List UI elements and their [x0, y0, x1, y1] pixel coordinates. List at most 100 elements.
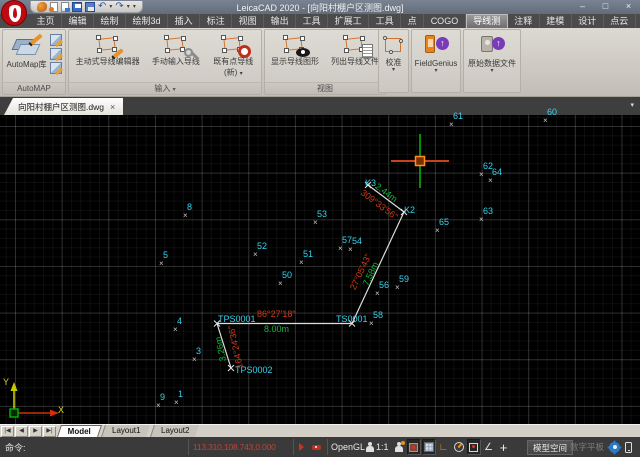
coordinates-readout[interactable]: 113.310,108.743,0.000 — [193, 437, 276, 457]
ribbon-group-automap: AutoMap库 AutoMAP — [2, 29, 66, 95]
layout-tab-model[interactable]: Model — [57, 425, 102, 437]
first-tab-nav-icon[interactable]: |◀ — [1, 426, 14, 437]
tab-draw[interactable]: 绘制 — [94, 14, 126, 28]
fieldgenius-panel: ↑ FieldGenius ▾ — [411, 29, 461, 93]
list-traverse-file-button[interactable]: 列出导线文件 — [325, 30, 385, 81]
traverse-list-icon — [343, 35, 367, 55]
dropdown-arrow-icon: ▾ — [490, 68, 493, 74]
traverse-edit-icon — [96, 35, 120, 55]
ucs-x-label: X — [58, 405, 64, 415]
tab-traverse-active[interactable]: 导线测 — [466, 14, 508, 28]
manual-input-traverse-button[interactable]: 手动输入导线 — [146, 30, 205, 81]
tab-points[interactable]: 点 — [401, 14, 424, 28]
automap-layer-icon-3[interactable] — [50, 62, 62, 74]
renderer-label: OpenGL — [331, 437, 365, 457]
calibrate-button[interactable]: 校准 ▾ — [379, 30, 408, 73]
minimize-button[interactable]: – — [573, 0, 592, 13]
tab-tools2[interactable]: 工具 — [369, 14, 401, 28]
tab-modeling[interactable]: 建模 — [540, 14, 572, 28]
document-tab[interactable]: 向阳村棚户区测图.dwg × — [4, 98, 123, 115]
tab-home[interactable]: 主页 — [30, 14, 62, 28]
document-close-icon[interactable]: × — [110, 102, 115, 112]
ribbon-tab-bar: 主页 编辑 绘制 绘制3d 插入 标注 视图 输出 工具 扩展工 工具 点 CO… — [0, 14, 640, 28]
show-traverse-graphics-button[interactable]: 显示导线图形 — [265, 30, 325, 81]
tab-dimension[interactable]: 标注 — [200, 14, 232, 28]
group-label-input: 输入 ▾ — [69, 82, 261, 94]
tablet-icon[interactable] — [625, 437, 632, 457]
document-tab-bar: 向阳村棚户区测图.dwg × ▾ — [0, 97, 640, 115]
traverse-wrench-icon — [164, 35, 188, 55]
cursor-pickbox — [416, 157, 425, 166]
model-space-button[interactable]: 模型空间 — [527, 437, 573, 457]
tab-pointcloud[interactable]: 点云 — [604, 14, 636, 28]
tab-draw3d[interactable]: 绘制3d — [126, 14, 168, 28]
automap-library-button[interactable]: AutoMap库 — [6, 30, 46, 81]
polar-icon[interactable] — [452, 439, 466, 455]
grid-icon[interactable] — [422, 439, 436, 455]
traverse-existing-points-icon — [221, 35, 245, 55]
gear-icon[interactable] — [609, 437, 620, 457]
tab-tools[interactable]: 工具 — [296, 14, 328, 28]
app-logo-icon[interactable] — [1, 0, 27, 26]
dropdown-arrow-icon: ▾ — [240, 71, 243, 77]
drawing-canvas[interactable]: ×8 ×53 ×52 ×51 ×5 ×50 ×61 ×62 ×64 ×63 ×6… — [0, 115, 640, 424]
digitizer-button[interactable]: 数字平板 — [570, 437, 604, 457]
station-label-ts0001: TS0001 — [336, 315, 368, 324]
last-tab-nav-icon[interactable]: ▶| — [43, 426, 56, 437]
fieldgenius-device-icon: ↑ — [423, 35, 449, 57]
tab-express[interactable]: 扩展工 — [328, 14, 369, 28]
automap-layer-icon-1[interactable] — [50, 34, 62, 46]
dropdown-arrow-icon: ▾ — [434, 68, 437, 74]
maximize-button[interactable]: □ — [596, 0, 615, 13]
tab-output[interactable]: 输出 — [264, 14, 296, 28]
annotation-scale[interactable]: 1:1 — [376, 437, 389, 457]
snap-tracking-icon[interactable] — [299, 437, 304, 457]
ribbon-group-input: 主动式导线编辑器 手动输入导线 既有点导线 (新) ▾ 输入 ▾ — [68, 29, 262, 95]
leicacad-window: ↶▾ ↷▾ ▾ LeicaCAD 2020 - [向阳村棚户区测图.dwg] –… — [0, 0, 640, 457]
raw-data-file-button[interactable]: ↑ 原始数据文件 ▾ — [464, 30, 520, 74]
group-dropdown-arrow-icon[interactable]: ▾ — [173, 87, 176, 93]
prev-tab-nav-icon[interactable]: ◀ — [15, 426, 28, 437]
command-line[interactable]: 命令: — [5, 437, 26, 457]
ucs-origin-box — [10, 409, 18, 417]
status-bar: 命令: 113.310,108.743,0.000 OpenGL 1:1 ∟ ∠… — [0, 437, 640, 457]
existing-points-traverse-button[interactable]: 既有点导线 (新) ▾ — [206, 30, 261, 81]
leg-distance-label: 8.00m — [264, 325, 289, 334]
sync-arrow-icon: ↑ — [436, 37, 449, 50]
crosshair-icon[interactable]: + — [497, 439, 511, 455]
group-label-view: 视图 — [265, 82, 385, 94]
angle-icon[interactable]: ∠ — [482, 439, 496, 455]
traverse-polyline — [217, 185, 404, 368]
tab-view[interactable]: 视图 — [232, 14, 264, 28]
document-tab-label: 向阳村棚户区测图.dwg — [18, 101, 104, 113]
next-tab-nav-icon[interactable]: ▶ — [29, 426, 42, 437]
snap-icon[interactable] — [407, 439, 421, 455]
ribbon-group-view: 显示导线图形 列出导线文件 视图 — [264, 29, 386, 95]
calibrate-icon — [383, 36, 405, 56]
status-toggles: ∟ ∠ + — [391, 437, 511, 457]
leg-angle-label: 86°27'18" — [257, 310, 296, 319]
tab-insert[interactable]: 插入 — [168, 14, 200, 28]
tab-animation[interactable]: 动画 — [636, 14, 640, 28]
fieldgenius-button[interactable]: ↑ FieldGenius ▾ — [412, 30, 460, 74]
active-traverse-editor-button[interactable]: 主动式导线编辑器 — [69, 30, 146, 81]
ribbon: AutoMap库 AutoMAP 主动式导线编辑器 手动输入导线 — [0, 28, 640, 97]
tab-cogo[interactable]: COGO — [424, 14, 466, 28]
automap-small-buttons[interactable] — [50, 30, 62, 81]
tab-overflow-icon[interactable]: ▾ — [630, 101, 634, 109]
tab-design[interactable]: 设计 — [572, 14, 604, 28]
window-title: LeicaCAD 2020 - [向阳村棚户区测图.dwg] — [0, 1, 640, 14]
user-icon[interactable] — [366, 437, 374, 457]
tab-edit[interactable]: 编辑 — [62, 14, 94, 28]
group-label-automap: AutoMAP — [3, 82, 65, 94]
close-button[interactable]: × — [619, 0, 638, 13]
dynamic-input-icon[interactable] — [312, 437, 321, 457]
user-star-icon[interactable] — [392, 439, 406, 455]
tab-annotate[interactable]: 注释 — [508, 14, 540, 28]
calibrate-panel: 校准 ▾ — [378, 29, 409, 93]
automap-layer-icon-2[interactable] — [50, 48, 62, 60]
layout-tab-layout1[interactable]: Layout1 — [101, 425, 150, 437]
layout-tab-layout2[interactable]: Layout2 — [150, 425, 199, 437]
ortho-icon[interactable]: ∟ — [437, 439, 451, 455]
osnap-icon[interactable] — [467, 439, 481, 455]
